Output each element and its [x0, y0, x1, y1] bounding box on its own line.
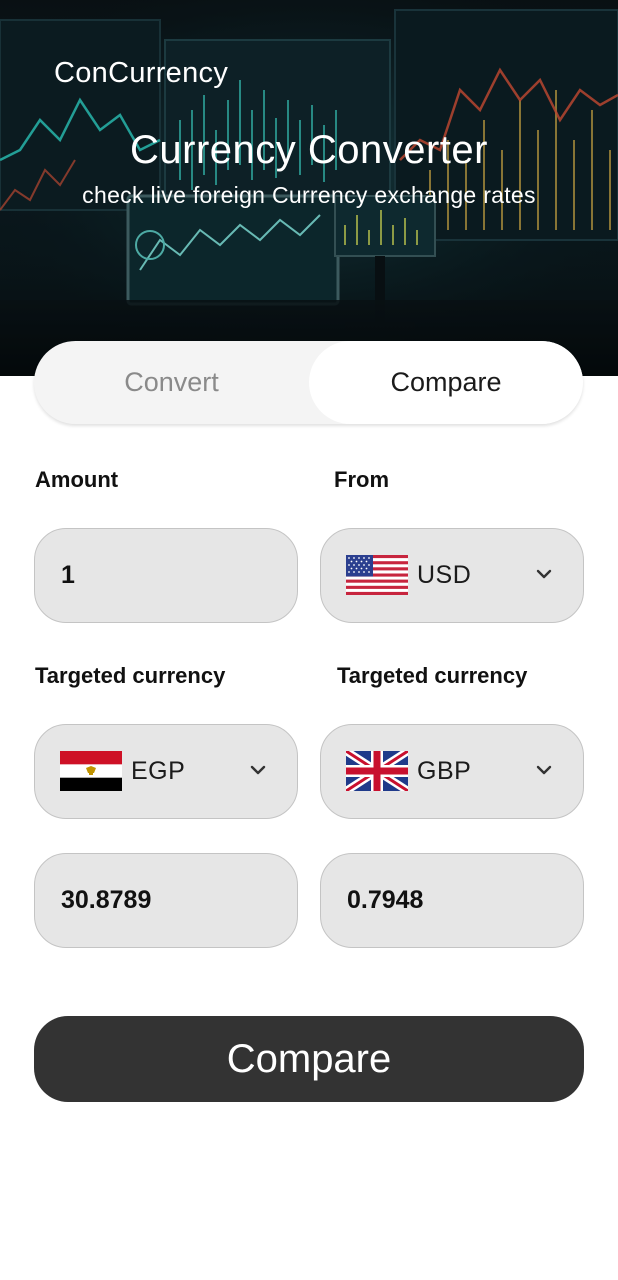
- app-name: ConCurrency: [54, 57, 229, 89]
- from-label: From: [334, 467, 389, 492]
- uk-flag-icon: [346, 751, 408, 791]
- target-currency-1-code: EGP: [131, 756, 186, 785]
- amount-label: Amount: [35, 467, 119, 492]
- target-currency-1-select[interactable]: EGP: [34, 724, 298, 819]
- chevron-down-icon: [536, 569, 552, 579]
- page-subtitle: check live foreign Currency exchange rat…: [82, 182, 536, 208]
- from-currency-code: USD: [417, 560, 472, 589]
- target-currency-2-code: GBP: [417, 756, 472, 785]
- target-currency-1-label: Targeted currency: [35, 663, 226, 688]
- result-2-value: 0.7948: [347, 885, 424, 914]
- target-currency-2-label: Targeted currency: [337, 663, 528, 688]
- tab-convert[interactable]: Convert: [34, 341, 309, 424]
- compare-button[interactable]: Compare: [34, 1016, 584, 1102]
- target-currency-2-select[interactable]: GBP: [320, 724, 584, 819]
- amount-input[interactable]: 1: [34, 528, 298, 623]
- egypt-flag-icon: [60, 751, 122, 791]
- hero-banner: ConCurrency Currency Converter check liv…: [0, 0, 618, 376]
- mode-tabs: Convert Compare: [34, 341, 583, 424]
- result-1-value: 30.8789: [61, 885, 152, 914]
- amount-value: 1: [61, 560, 75, 589]
- result-1-field: 30.8789: [34, 853, 298, 948]
- page-title: Currency Converter: [129, 128, 488, 172]
- chevron-down-icon: [250, 765, 266, 775]
- us-flag-icon: [346, 555, 408, 595]
- result-2-field: 0.7948: [320, 853, 584, 948]
- chevron-down-icon: [536, 765, 552, 775]
- tab-compare[interactable]: Compare: [309, 341, 583, 424]
- from-currency-select[interactable]: USD: [320, 528, 584, 623]
